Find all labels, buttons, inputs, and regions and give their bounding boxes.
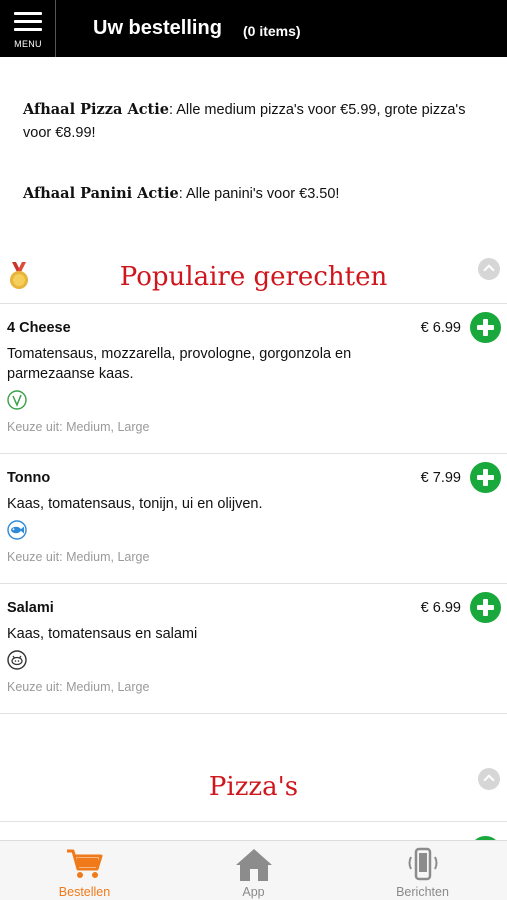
nav-label: App [242, 885, 265, 899]
menu-item: Tonno € 7.99 Kaas, tomatensaus, tonijn, … [0, 462, 507, 570]
vegetarian-icon [7, 390, 27, 410]
item-choice: Keuze uit: Medium, Large [7, 680, 150, 694]
item-description: Kaas, tomatensaus en salami [7, 626, 198, 642]
nav-item-app[interactable]: App [169, 841, 338, 900]
nav-label: Berichten [396, 885, 449, 899]
item-choice: Keuze uit: Medium, Large [7, 420, 150, 434]
item-name: 4 Cheese [7, 320, 71, 336]
hamburger-icon [14, 12, 42, 32]
collapse-chevron-icon[interactable] [478, 258, 500, 280]
menu-item: Salami € 6.99 Kaas, tomatensaus en salam… [0, 592, 507, 700]
top-header: MENU Uw bestelling (0 items) [0, 0, 507, 57]
section-title: Populaire gerechten [119, 262, 388, 292]
add-to-order-button[interactable] [470, 592, 501, 623]
promo-title: Afhaal Pizza Actie [23, 101, 169, 118]
home-icon [235, 849, 272, 881]
add-to-order-button[interactable] [470, 312, 501, 343]
item-price: € 6.99 [420, 320, 461, 336]
section-header-pizzas[interactable]: Pizza's [0, 768, 507, 814]
promo-title: Afhaal Panini Actie [23, 185, 179, 202]
item-price: € 6.99 [420, 600, 461, 616]
divider [0, 453, 507, 454]
collapse-chevron-icon[interactable] [478, 768, 500, 790]
item-price: € 7.99 [420, 470, 461, 486]
menu-label: MENU [14, 39, 42, 49]
divider [0, 303, 507, 304]
promo-text: : Alle panini's voor €3.50! [178, 186, 340, 202]
item-description: Kaas, tomatensaus, tonijn, ui en olijven… [7, 496, 263, 512]
menu-button[interactable]: MENU [0, 0, 56, 57]
pork-icon [7, 650, 27, 670]
fish-icon [7, 520, 27, 540]
add-to-order-button[interactable] [470, 462, 501, 493]
item-description: Tomatensaus, mozzarella, provologne, gor… [7, 346, 352, 382]
divider [0, 583, 507, 584]
nav-item-berichten[interactable]: Berichten [338, 841, 507, 900]
order-item-count: (0 items) [243, 23, 301, 39]
promo-panini: Afhaal Panini Actie: Alle panini's voor … [23, 182, 483, 206]
divider [0, 713, 507, 714]
nav-label: Bestellen [58, 885, 111, 899]
promo-pizza: Afhaal Pizza Actie: Alle medium pizza's … [23, 98, 483, 145]
section-title: Pizza's [208, 772, 299, 802]
cart-icon [66, 849, 102, 878]
menu-item: 4 Cheese € 6.99 Tomatensaus, mozzarella,… [0, 312, 507, 440]
divider [0, 821, 507, 822]
item-name: Salami [7, 600, 54, 616]
page-title: Uw bestelling [93, 17, 222, 39]
item-name: Tonno [7, 470, 51, 486]
bottom-navigation: Bestellen App Berichten [0, 840, 507, 900]
nav-item-bestellen[interactable]: Bestellen [0, 841, 169, 900]
item-choice: Keuze uit: Medium, Large [7, 550, 150, 564]
section-header-popular[interactable]: Populaire gerechten [0, 258, 507, 304]
phone-message-icon [408, 847, 437, 881]
